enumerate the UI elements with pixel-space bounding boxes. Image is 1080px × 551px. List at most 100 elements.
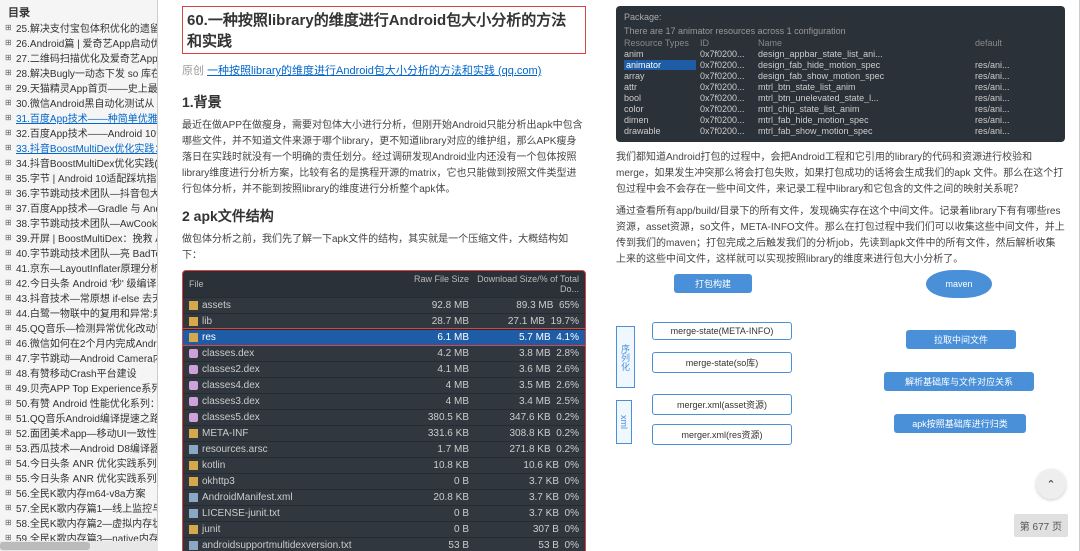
node-merge-so: merge-state(so库) xyxy=(652,352,792,373)
toc-item[interactable]: 48.有赞移动Crash平台建设 xyxy=(4,367,157,382)
resource-cell: mtrl_btn_unelevated_state_l... xyxy=(758,93,971,103)
toc-item[interactable]: 42.今日头条 Android '秒' 级编译速度优 xyxy=(4,277,157,292)
folder-icon xyxy=(189,333,198,342)
toc-item[interactable]: 37.百度App技术—Gradle 与 Android 构 xyxy=(4,202,157,217)
toc-item[interactable]: 40.字节跳动技术团队—亮 BadTokenE xyxy=(4,247,157,262)
right-page: Package: There are 17 animator resources… xyxy=(602,0,1079,551)
toc-item[interactable]: 43.抖音技术—常原想 if-else 去天呢？ xyxy=(4,292,157,307)
resource-cell[interactable]: array xyxy=(624,71,696,81)
toc-item[interactable]: 30.微信Android黑自动化测试从 xyxy=(4,97,157,112)
toc-item[interactable]: 45.QQ音乐—检测异常优化改动帮助 xyxy=(4,322,157,337)
file-table-row[interactable]: junit0 B307 B 0% xyxy=(183,521,585,537)
h2-apk-struct: 2 apk文件结构 xyxy=(182,206,586,226)
resource-cell[interactable]: color xyxy=(624,104,696,114)
dex-icon xyxy=(189,381,198,390)
toc-item[interactable]: 54.今日头条 ANR 优化实践系列 - 设计 xyxy=(4,457,157,472)
resource-cell: 0x7f0200... xyxy=(700,49,754,59)
resource-cell: res/ani... xyxy=(975,93,1057,103)
chevron-up-icon: ⌃ xyxy=(1046,478,1055,491)
scroll-top-button[interactable]: ⌃ xyxy=(1036,469,1066,499)
toc-sidebar: 目录 25.解决支付宝包体积优化的遗留问题：运26.Android篇 | 爱奇艺… xyxy=(0,0,158,551)
toc-item[interactable]: 55.今日头条 ANR 优化实践系列 - 监控工 xyxy=(4,472,157,487)
resource-cell: 0x7f0200... xyxy=(700,82,754,92)
toc-item[interactable]: 51.QQ音乐Android编译提速之路 xyxy=(4,412,157,427)
toc-item[interactable]: 53.西瓜技术—Android D8编译器 "书" xyxy=(4,442,157,457)
file-table-row[interactable]: resources.arsc1.7 MB271.8 KB 0.2% xyxy=(183,441,585,457)
toc-item[interactable]: 25.解决支付宝包体积优化的遗留问题：运 xyxy=(4,22,157,37)
toc-item[interactable]: 27.二维码扫描优化及爱奇艺App的实践 xyxy=(4,52,157,67)
toc-item[interactable]: 49.贝壳APP Top Experience系列 | And xyxy=(4,382,157,397)
node-build: 打包构建 xyxy=(674,274,752,293)
file-icon xyxy=(189,493,198,502)
file-table-row[interactable]: classes2.dex4.1 MB3.6 MB 2.6% xyxy=(183,361,585,377)
file-icon xyxy=(189,541,198,550)
resource-cell: res/ani... xyxy=(975,104,1057,114)
toc-item[interactable]: 38.字节跳动技术团队—AwCookieMana xyxy=(4,217,157,232)
h2-background: 1.背景 xyxy=(182,92,586,112)
para-build-files: 通过查看所有app/build/目录下的所有文件，发现确实存在这个中间文件。记录… xyxy=(616,204,1065,268)
node-merge-meta: merge-state(META-INFO) xyxy=(652,322,792,340)
source-link[interactable]: 一种按照library的维度进行Android包大小分析的方法和实践 (qq.c… xyxy=(207,65,541,77)
toc-title: 目录 xyxy=(4,2,157,22)
resource-cell: design_fab_show_motion_spec xyxy=(758,71,971,81)
file-table-row[interactable]: okhttp30 B3.7 KB 0% xyxy=(183,473,585,489)
resource-table: Package: There are 17 animator resources… xyxy=(616,6,1065,142)
toc-item[interactable]: 52.面团美术app—移动UI一致性的探索 xyxy=(4,427,157,442)
file-table-row[interactable]: classes3.dex4 MB3.4 MB 2.5% xyxy=(183,393,585,409)
file-table-row[interactable]: res6.1 MB5.7 MB 4.1% xyxy=(183,329,585,345)
resource-cell[interactable]: attr xyxy=(624,82,696,92)
toc-item[interactable]: 35.字节 | Android 10适配踩坑指南 xyxy=(4,172,157,187)
resource-cell[interactable]: bool xyxy=(624,93,696,103)
folder-icon xyxy=(189,317,198,326)
file-table-row[interactable]: classes4.dex4 MB3.5 MB 2.6% xyxy=(183,377,585,393)
toc-item[interactable]: 56.全民K歌内存m64-v8a方案 xyxy=(4,487,157,502)
folder-icon xyxy=(189,429,198,438)
toc-item[interactable]: 29.天猫精灵App首页——史上最全Android渲染 xyxy=(4,82,157,97)
sidebar-scrollbar[interactable] xyxy=(0,541,158,551)
node-xml: xml xyxy=(616,400,632,444)
flow-diagram: 打包构建 maven 序列化 xml merge-state(META-INFO… xyxy=(616,274,1065,474)
toc-item[interactable]: 57.全民K歌内存篇1—线上监控与综合治 xyxy=(4,502,157,517)
toc-item[interactable]: 58.全民K歌内存篇2—虚拟内存状 xyxy=(4,517,157,532)
toc-item[interactable]: 33.抖音BoostMultiDex优化实践：Andro xyxy=(4,142,157,157)
toc-item[interactable]: 44.白鹭一物联中的复用和异常:异常处理 xyxy=(4,307,157,322)
toc-item[interactable]: 46.微信如何在2个月内完成Android跟功 xyxy=(4,337,157,352)
file-table-row[interactable]: LICENSE-junit.txt0 B3.7 KB 0% xyxy=(183,505,585,521)
toc-item[interactable]: 31.百度App技术——种简单优雅的TextV xyxy=(4,112,157,127)
resource-cell[interactable]: drawable xyxy=(624,126,696,136)
node-parse: 解析基础库与文件对应关系 xyxy=(884,372,1034,391)
toc-item[interactable]: 32.百度App技术——Android 10分区存储 xyxy=(4,127,157,142)
toc-item[interactable]: 41.京东—LayoutInflater原理分析与复杂 xyxy=(4,262,157,277)
resource-cell: 0x7f0200... xyxy=(700,71,754,81)
toc-item[interactable]: 36.字节跳动技术团队—抖音包大小优化: xyxy=(4,187,157,202)
toc-item[interactable]: 39.开屏 | BoostMultiDex：挽救 Androi xyxy=(4,232,157,247)
dex-icon xyxy=(189,349,198,358)
toc-item[interactable]: 34.抖音BoostMultiDex优化实践(二) xyxy=(4,157,157,172)
node-serialize: 序列化 xyxy=(616,326,635,388)
file-table-row[interactable]: lib28.7 MB27.1 MB 19.7% xyxy=(183,313,585,329)
folder-icon xyxy=(189,461,198,470)
toc-item[interactable]: 28.解决Bugly一动态下发 so 库在 Androi xyxy=(4,67,157,82)
file-table-row[interactable]: classes.dex4.2 MB3.8 MB 2.8% xyxy=(183,345,585,361)
resource-cell[interactable]: anim xyxy=(624,49,696,59)
file-table-row[interactable]: classes5.dex380.5 KB347.6 KB 0.2% xyxy=(183,409,585,425)
dex-icon xyxy=(189,413,198,422)
resource-cell: mtrl_fab_show_motion_spec xyxy=(758,126,971,136)
file-table-row[interactable]: META-INF331.6 KB308.8 KB 0.2% xyxy=(183,425,585,441)
folder-icon xyxy=(189,477,198,486)
resource-cell[interactable]: dimen xyxy=(624,115,696,125)
file-table-header: File Raw File Size Download Size/% of To… xyxy=(183,271,585,297)
page-number: 第 677 页 xyxy=(1014,514,1068,537)
folder-icon xyxy=(189,525,198,534)
left-page: 60.一种按照library的维度进行Android包大小分析的方法和实践 原创… xyxy=(158,0,602,551)
file-table-row[interactable]: androidsupportmultidexversion.txt53 B53 … xyxy=(183,537,585,551)
toc-item[interactable]: 26.Android篇 | 爱奇艺App启动优化实践 xyxy=(4,37,157,52)
resource-cell[interactable]: animator xyxy=(624,60,696,70)
resource-cell: design_fab_hide_motion_spec xyxy=(758,60,971,70)
file-table-row[interactable]: assets92.8 MB89.3 MB 65% xyxy=(183,297,585,313)
toc-item[interactable]: 50.有赞 Android 性能优化系列：Java 内 xyxy=(4,397,157,412)
toc-item[interactable]: 47.字节跳动—Android Camera内存问题 xyxy=(4,352,157,367)
file-icon xyxy=(189,445,198,454)
file-table-row[interactable]: AndroidManifest.xml20.8 KB3.7 KB 0% xyxy=(183,489,585,505)
file-table-row[interactable]: kotlin10.8 KB10.6 KB 0% xyxy=(183,457,585,473)
